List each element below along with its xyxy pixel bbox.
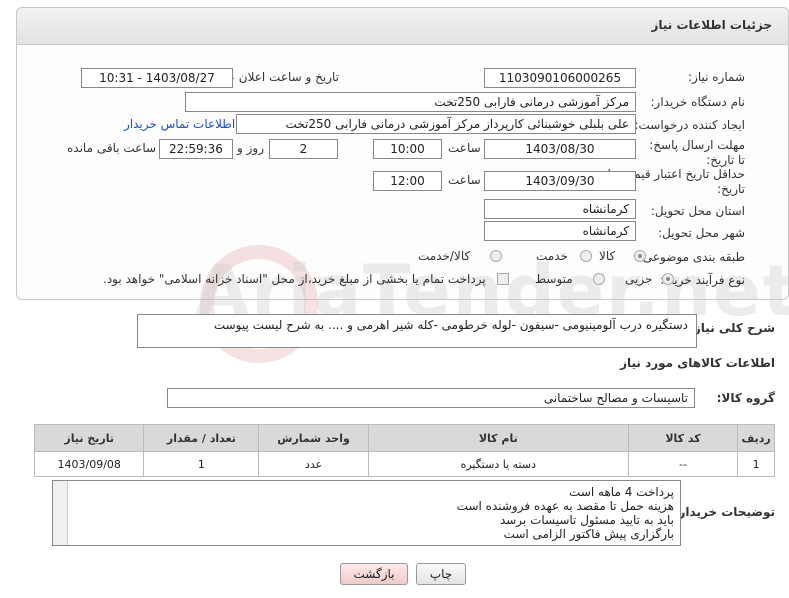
payment-note: پرداخت تمام یا بخشی از مبلغ خرید،از محل … xyxy=(103,272,486,286)
buyer-field[interactable]: مرکز آموزشی درمانی فارابی 250تخت xyxy=(185,92,636,112)
description-field[interactable]: دستگیره درب آلومینیومی -سیفون -لوله خرطو… xyxy=(137,314,697,348)
panel-header: جزئیات اطلاعات نیاز xyxy=(16,7,789,45)
goods-group-field[interactable]: تاسیسات و مصالح ساختمانی xyxy=(167,388,695,408)
goods-section-title: اطلاعات کالاهای مورد نیاز xyxy=(620,356,775,370)
deadline-label: مهلت ارسال پاسخ: تا تاریخ: xyxy=(649,138,745,167)
need-number-label: شماره نیاز: xyxy=(688,70,745,84)
treasury-payment-checkbox[interactable] xyxy=(497,273,509,285)
print-button[interactable]: چاپ xyxy=(416,563,466,585)
table-row[interactable]: 1 -- دسته یا دستگیره عدد 1 1403/09/08 xyxy=(33,451,775,477)
note-line: باید به تایید مسئول تاسیسات برسد xyxy=(499,513,674,527)
cell-unit: عدد xyxy=(258,451,369,477)
validity-date-field[interactable]: 1403/09/30 xyxy=(484,171,636,191)
cell-code: -- xyxy=(627,451,739,477)
announce-field[interactable]: 1403/08/27 - 10:31 xyxy=(81,68,233,88)
goods-table: ردیف کد کالا نام کالا واحد شمارش تعداد /… xyxy=(33,424,775,477)
cell-name: دسته یا دستگیره xyxy=(367,451,629,477)
cell-date: 1403/09/08 xyxy=(33,451,145,477)
process-radio-minor[interactable] xyxy=(662,273,674,285)
process-radio-medium[interactable] xyxy=(593,273,605,285)
category-label: طبقه بندی موضوعی: xyxy=(638,250,745,264)
city-field[interactable]: کرمانشاه xyxy=(484,221,636,241)
process-option-medium: متوسط xyxy=(535,272,573,286)
col-row: ردیف xyxy=(737,424,775,452)
back-button[interactable]: بازگشت xyxy=(340,563,408,585)
panel-title: جزئیات اطلاعات نیاز xyxy=(651,18,772,32)
validity-time-label: ساعت xyxy=(448,173,481,187)
contact-link[interactable]: اطلاعات تماس خریدار xyxy=(124,117,235,131)
creator-label: ایجاد کننده درخواست: xyxy=(634,118,745,132)
category-option-service: خدمت xyxy=(536,249,568,263)
col-unit: واحد شمارش xyxy=(258,424,369,452)
province-field[interactable]: کرمانشاه xyxy=(484,199,636,219)
goods-group-label: گروه کالا: xyxy=(716,391,775,405)
cell-quantity: 1 xyxy=(143,451,260,477)
buyer-notes-label: توضیحات خریدار: xyxy=(673,505,775,519)
buyer-notes-field[interactable]: پرداخت 4 ماهه است هزینه حمل تا مقصد به ع… xyxy=(52,480,681,546)
process-option-minor: جزیی xyxy=(625,272,653,286)
days-label: روز و xyxy=(237,141,264,155)
col-name: نام کالا xyxy=(367,424,629,452)
deadline-date-field[interactable]: 1403/08/30 xyxy=(484,139,636,159)
validity-time-field[interactable]: 12:00 xyxy=(373,171,442,191)
days-field[interactable]: 2 xyxy=(269,139,338,159)
category-radio-both[interactable] xyxy=(490,250,502,262)
remaining-time-field[interactable]: 22:59:36 xyxy=(159,139,233,159)
need-number-field[interactable]: 1103090106000265 xyxy=(484,68,636,88)
col-date: تاریخ نیاز xyxy=(33,424,145,452)
col-code: کد کالا xyxy=(627,424,739,452)
remaining-label: ساعت باقی مانده xyxy=(67,141,157,155)
buyer-label: نام دستگاه خریدار: xyxy=(650,95,746,109)
category-option-goods: کالا xyxy=(599,249,616,263)
city-label: شهر محل تحویل: xyxy=(658,226,745,240)
deadline-time-label: ساعت xyxy=(448,141,481,155)
col-quantity: تعداد / مقدار xyxy=(143,424,260,452)
category-option-both: کالا/خدمت xyxy=(418,249,471,263)
note-line: پرداخت 4 ماهه است xyxy=(569,485,674,499)
creator-field[interactable]: علی بلبلی خوشبنائی کارپرداز مرکز آموزشی … xyxy=(236,114,636,134)
table-header-row: ردیف کد کالا نام کالا واحد شمارش تعداد /… xyxy=(33,424,775,452)
category-radio-service[interactable] xyxy=(580,250,592,262)
note-line: بارگزاری پیش فاکتور الزامی است xyxy=(503,527,674,541)
note-line: هزینه حمل تا مقصد به عهده فروشنده است xyxy=(456,499,674,513)
province-label: استان محل تحویل: xyxy=(650,204,745,218)
description-label: شرح کلی نیاز: xyxy=(689,321,775,335)
cell-row: 1 xyxy=(737,451,775,477)
deadline-time-field[interactable]: 10:00 xyxy=(373,139,442,159)
notes-scrollbar[interactable] xyxy=(53,481,68,545)
category-radio-goods[interactable] xyxy=(634,250,646,262)
